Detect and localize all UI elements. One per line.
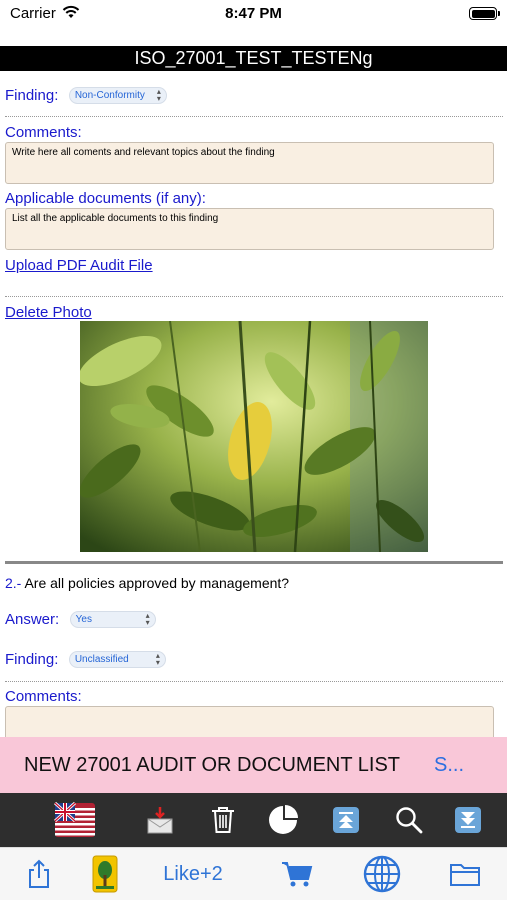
cart-icon[interactable] <box>280 854 314 894</box>
tab-bar: Like+2 <box>0 847 507 900</box>
question-text: Are all policies approved by management? <box>24 575 290 591</box>
page-title: ISO_27001_TEST_TESTENg <box>0 46 507 71</box>
chevron-updown-icon: ▴ ▾ <box>155 651 160 668</box>
comments-label-2: Comments: <box>5 688 82 705</box>
pie-chart-icon[interactable] <box>262 800 304 840</box>
question-number: 2.- <box>5 575 22 591</box>
finding-label-2: Finding: <box>5 651 59 668</box>
finding-select-value: Non-Conformity <box>74 90 145 102</box>
answer-row: Answer: Yes ▴ ▾ <box>5 611 156 629</box>
folder-icon[interactable] <box>448 854 482 894</box>
comments-label: Comments: <box>5 124 82 141</box>
delete-photo-link[interactable]: Delete Photo <box>5 304 92 321</box>
question-2: 2.- Are all policies approved by managem… <box>5 575 289 591</box>
scroll-bottom-icon[interactable] <box>447 800 489 840</box>
share-icon[interactable] <box>20 854 58 894</box>
uk-flag-icon[interactable] <box>54 800 96 840</box>
comments-textarea[interactable]: Write here all coments and relevant topi… <box>5 142 494 184</box>
scroll-top-icon[interactable] <box>325 800 367 840</box>
clock: 8:47 PM <box>225 5 282 22</box>
divider <box>5 116 503 117</box>
banner-text: NEW 27001 AUDIT OR DOCUMENT LIST <box>24 754 401 776</box>
applicable-docs-label: Applicable documents (if any): <box>5 190 206 207</box>
answer-select[interactable]: Yes ▴ ▾ <box>69 611 156 629</box>
app-logo-icon[interactable] <box>90 854 120 894</box>
battery-icon <box>469 7 500 20</box>
search-icon[interactable] <box>388 800 430 840</box>
finding-row-2: Finding: Unclassified ▴ ▾ <box>5 651 166 669</box>
mail-inbox-icon[interactable] <box>139 800 181 840</box>
chevron-updown-icon: ▴ ▾ <box>156 87 161 104</box>
toolbar <box>0 793 507 847</box>
globe-icon[interactable] <box>362 854 402 894</box>
finding-label: Finding: <box>5 87 59 104</box>
banner-more-link[interactable]: S... <box>434 754 464 777</box>
answer-select-value: Yes <box>75 614 92 626</box>
finding-select[interactable]: Non-Conformity ▴ ▾ <box>68 87 167 105</box>
divider <box>5 296 503 297</box>
section-divider <box>5 561 503 564</box>
divider <box>5 681 503 682</box>
chevron-updown-icon: ▴ ▾ <box>145 611 150 628</box>
status-bar: Carrier 8:47 PM <box>0 0 507 30</box>
applicable-docs-textarea[interactable]: List all the applicable documents to thi… <box>5 208 494 250</box>
audit-photo <box>80 321 428 552</box>
finding-select-value-2: Unclassified <box>74 654 129 666</box>
finding-select-2[interactable]: Unclassified ▴ ▾ <box>68 651 166 669</box>
ad-banner[interactable]: NEW 27001 AUDIT OR DOCUMENT LIST S... <box>0 737 507 793</box>
like-button[interactable]: Like+2 <box>160 854 226 894</box>
trash-icon[interactable] <box>202 800 244 840</box>
upload-pdf-link[interactable]: Upload PDF Audit File <box>5 257 153 274</box>
answer-label: Answer: <box>5 611 60 628</box>
finding-row: Finding: Non-Conformity ▴ ▾ <box>5 87 167 105</box>
